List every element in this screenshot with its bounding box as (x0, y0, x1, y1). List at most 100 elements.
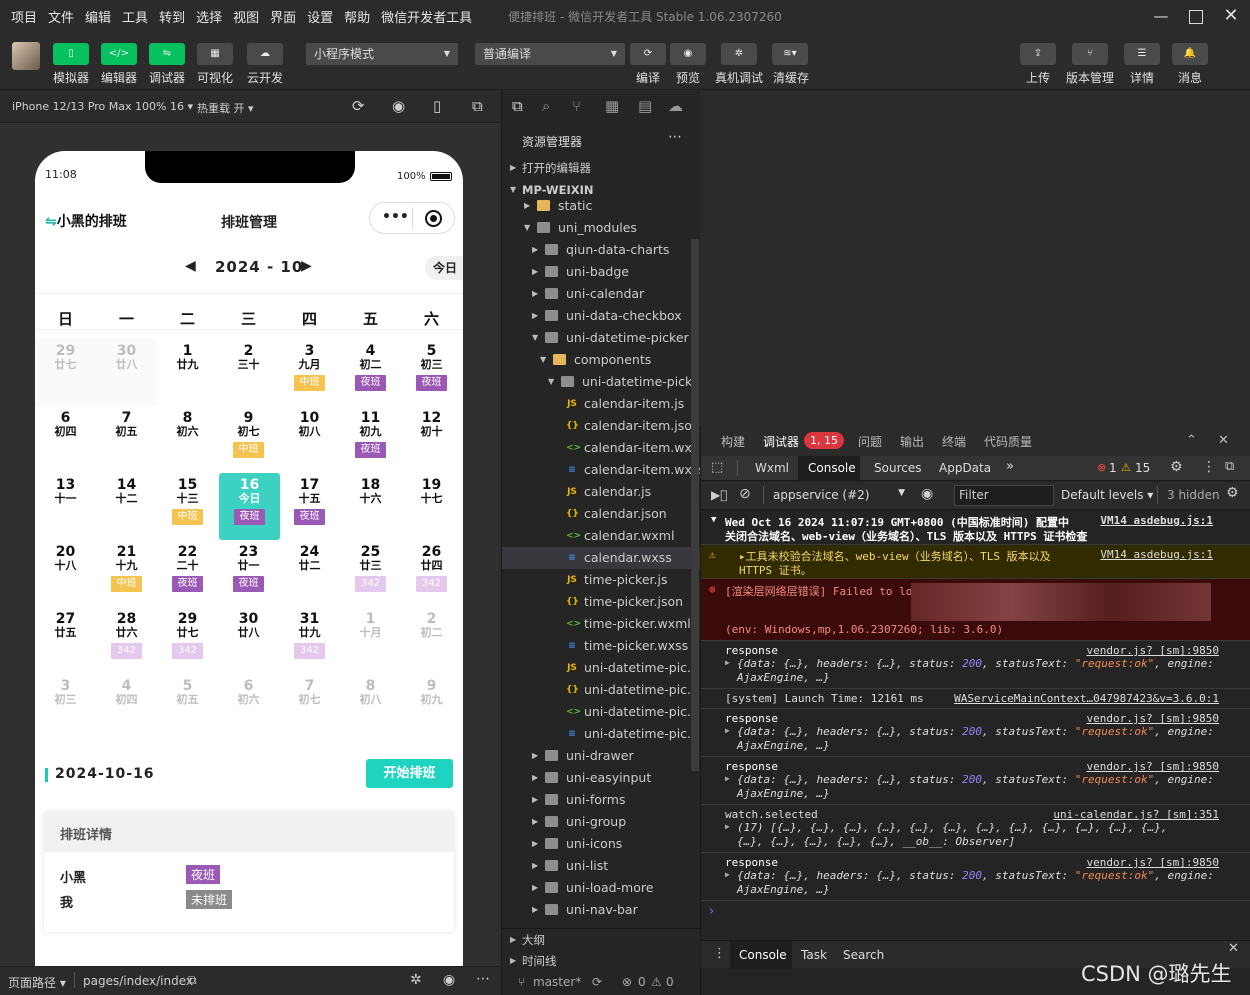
debugger-icon[interactable]: ⇋ (149, 43, 185, 65)
chevron-right-icon[interactable]: ▶ (532, 789, 538, 811)
tree-folder[interactable]: ▶ uni-drawer (502, 745, 701, 767)
calendar-day[interactable]: 6 初六 (218, 674, 279, 741)
log-source-link[interactable]: VM14 asdebug.js:1 (1100, 514, 1213, 527)
tree-folder[interactable]: ▶ qiun-data-charts (502, 239, 701, 261)
tree-file[interactable]: <> calendar.wxml (502, 525, 701, 547)
log-source-link[interactable]: uni-calendar.js? [sm]:351 (1053, 808, 1219, 821)
chevron-right-icon[interactable]: ▶ (524, 195, 530, 217)
gear-icon[interactable]: ⚙ (1170, 459, 1183, 475)
cloud-icon[interactable]: ☁ (247, 43, 283, 65)
chevron-right-icon[interactable]: ▶ (532, 239, 538, 261)
tree-file[interactable]: {} calendar-item.json (502, 415, 701, 437)
inspect-icon[interactable]: ⬚ (711, 460, 723, 475)
section-timeline[interactable]: ▶ 时间线 (502, 950, 701, 972)
cloud-icon[interactable]: ☁ (668, 97, 683, 115)
tree-file[interactable]: ≡ uni-datetime-pic... (502, 723, 701, 745)
today-button[interactable]: 今日 (425, 256, 463, 280)
bug-icon[interactable]: ✲ (410, 972, 422, 988)
explorer-files-icon[interactable]: ⧉ (512, 97, 523, 115)
calendar-day[interactable]: 19 十七 (401, 473, 462, 540)
tree-folder[interactable]: ▶ uni-group (502, 811, 701, 833)
tab-appdata[interactable]: AppData (939, 461, 991, 475)
log-source-link[interactable]: WAServiceMainContext…047987423&v=3.6.0:1 (954, 692, 1219, 705)
tree-folder[interactable]: ▼ uni_modules (502, 217, 701, 239)
hot-reload-toggle[interactable]: 热重载 开 ▾ (197, 100, 254, 116)
simulator-icon[interactable]: ▯ (53, 43, 89, 65)
tree-folder[interactable]: ▶ uni-list (502, 855, 701, 877)
tree-folder[interactable]: ▶ uni-nav-bar (502, 899, 701, 921)
calendar-day[interactable]: 6 初四 (35, 406, 96, 473)
log-source-link[interactable]: vendor.js? [sm]:9850 (1087, 644, 1219, 657)
close-window-button[interactable]: ✕ (1219, 4, 1243, 28)
next-month-icon[interactable]: ▶ (301, 258, 312, 274)
chevron-down-icon[interactable]: ▼ (532, 327, 538, 349)
eye-icon[interactable]: ◉ (921, 486, 933, 502)
chevron-right-icon[interactable]: ▶ (532, 261, 538, 283)
device-select[interactable]: iPhone 12/13 Pro Max 100% 16 ▾ (12, 100, 193, 113)
chevron-right-icon[interactable]: ▶ (532, 877, 538, 899)
calendar-day[interactable]: 18 十六 (340, 473, 401, 540)
calendar-day[interactable]: 31 廿九 342 (279, 607, 340, 674)
collapse-icon[interactable]: ⌃ (1186, 433, 1197, 448)
chevron-right-icon[interactable]: ▶ (532, 283, 538, 305)
menu-item[interactable]: 界面 (270, 7, 296, 26)
tree-file[interactable]: ≡ calendar.wxss (502, 547, 701, 569)
menu-item[interactable]: 编辑 (85, 7, 111, 26)
tree-folder[interactable]: ▼ components (502, 349, 701, 371)
tree-folder[interactable]: ▶ uni-easyinput (502, 767, 701, 789)
menu-item[interactable]: 帮助 (344, 7, 370, 26)
copy-icon[interactable]: ⧉ (188, 973, 197, 988)
chevron-right-icon[interactable]: ▶ (532, 745, 538, 767)
console-filter-input[interactable]: Filter (954, 485, 1054, 506)
preview-panel-icon[interactable]: ▤ (638, 97, 652, 115)
console-log-entry[interactable]: ⚠ ▸工具未校验合法域名、web-view（业务域名）、TLS 版本以及 HTTPS… (701, 545, 1250, 579)
calendar-day[interactable]: 20 十八 (35, 540, 96, 607)
chevron-down-icon[interactable]: ▼ (540, 349, 546, 371)
warning-count[interactable]: 0 (666, 971, 674, 993)
log-levels-select[interactable]: Default levels ▾ (1061, 488, 1153, 502)
calendar-day[interactable]: 21 十九 中班 (96, 540, 157, 607)
more-icon[interactable]: ⋯ (668, 129, 682, 145)
tab-problems[interactable]: 问题 (858, 433, 882, 450)
visual-icon[interactable]: ▦ (197, 43, 233, 65)
console-log-entry[interactable]: watch.selected ▶ (17) [{…}, {…}, {…}, {…},… (701, 805, 1250, 853)
console-log-entry[interactable]: response ▶ {data: {…}, headers: {…}, statu… (701, 641, 1250, 689)
log-source-link[interactable]: vendor.js? [sm]:9850 (1087, 856, 1219, 869)
tree-file[interactable]: ≡ time-picker.wxss (502, 635, 701, 657)
capsule-button[interactable]: ••• (369, 202, 455, 234)
tree-folder[interactable]: ▶ uni-data-checkbox (502, 305, 701, 327)
calendar-day[interactable]: 4 初二 夜班 (340, 339, 401, 406)
prev-month-icon[interactable]: ◀ (185, 258, 196, 274)
calendar-day[interactable]: 5 初三 夜班 (401, 339, 462, 406)
calendar-day[interactable]: 9 初七 中班 (218, 406, 279, 473)
tree-folder[interactable]: ▼ uni-datetime-picker (502, 371, 705, 393)
tab-console[interactable]: Console (808, 461, 856, 475)
editor-icon[interactable]: </> (101, 43, 137, 65)
chevron-right-icon[interactable]: ▶ (532, 899, 538, 921)
context-select[interactable]: appservice (#2) ▼ (773, 488, 905, 502)
more-icon[interactable]: ⋯ (476, 971, 490, 987)
console-log-entry[interactable]: response ▶ {data: {…}, headers: {…}, statu… (701, 853, 1250, 901)
log-source-link[interactable]: vendor.js? [sm]:9850 (1087, 760, 1219, 773)
sync-icon[interactable]: ⟳ (592, 971, 602, 993)
calendar-day[interactable]: 8 初六 (157, 406, 218, 473)
maximize-button[interactable] (1184, 4, 1208, 28)
drawer-tab-console[interactable]: Console (739, 948, 787, 962)
console-log-entry[interactable]: [system] Launch Time: 12161 ms WAServiceM… (701, 689, 1250, 709)
search-icon[interactable]: ⌕ (542, 97, 550, 115)
more-vertical-icon[interactable]: ⋮ (1202, 459, 1216, 475)
calendar-day[interactable]: 30 廿八 (96, 339, 157, 406)
close-icon[interactable]: ✕ (1228, 941, 1239, 956)
popout-icon[interactable]: ⧉ (472, 97, 483, 115)
tree-folder[interactable]: ▶ uni-badge (502, 261, 701, 283)
calendar-day[interactable]: 3 初三 (35, 674, 96, 741)
console-error-count[interactable]: 1 (1109, 461, 1117, 475)
tree-scrollbar[interactable] (691, 239, 699, 771)
version-icon[interactable]: ⑂ (1072, 43, 1108, 65)
menu-item[interactable]: 项目 (11, 7, 37, 26)
git-branch[interactable]: master* (533, 971, 581, 993)
upload-icon[interactable]: ⇪ (1020, 43, 1056, 65)
calendar-day[interactable]: 22 二十 夜班 (157, 540, 218, 607)
console-prompt[interactable]: › (709, 904, 714, 919)
calendar-day[interactable]: 24 廿二 (279, 540, 340, 607)
